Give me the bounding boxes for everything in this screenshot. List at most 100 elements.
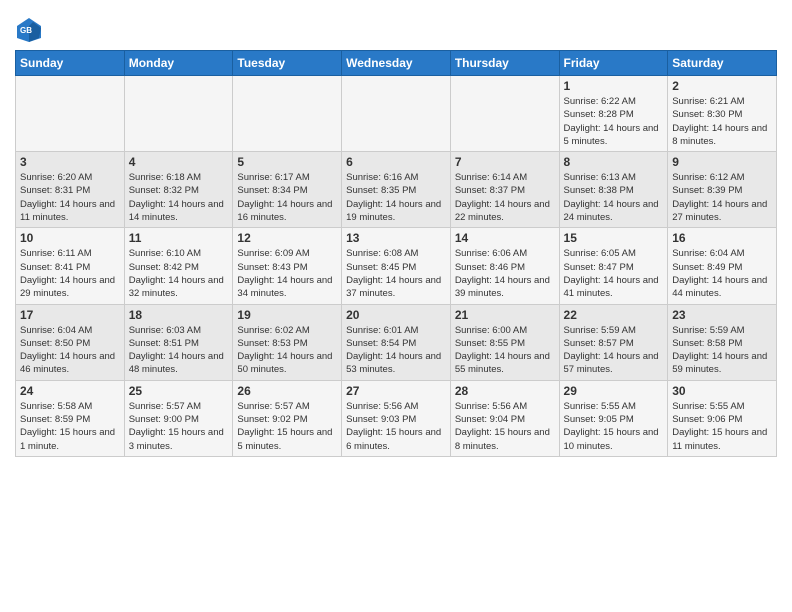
calendar-week-row: 17Sunrise: 6:04 AM Sunset: 8:50 PM Dayli…: [16, 304, 777, 380]
day-number: 21: [455, 308, 555, 322]
day-info: Sunrise: 6:06 AM Sunset: 8:46 PM Dayligh…: [455, 247, 555, 300]
day-number: 5: [237, 155, 337, 169]
calendar-cell: 23Sunrise: 5:59 AM Sunset: 8:58 PM Dayli…: [668, 304, 777, 380]
day-info: Sunrise: 6:13 AM Sunset: 8:38 PM Dayligh…: [564, 171, 664, 224]
day-info: Sunrise: 5:59 AM Sunset: 8:57 PM Dayligh…: [564, 324, 664, 377]
calendar-cell: 2Sunrise: 6:21 AM Sunset: 8:30 PM Daylig…: [668, 76, 777, 152]
weekday-header-monday: Monday: [124, 51, 233, 76]
weekday-header-friday: Friday: [559, 51, 668, 76]
calendar-cell: 10 Sunrise: 6:11 AM Sunset: 8:41 PM Dayli…: [16, 228, 125, 304]
calendar-cell: 19 Sunrise: 6:02 AM Sunset: 8:53 PM Dayli…: [233, 304, 342, 380]
calendar-week-row: 24Sunrise: 5:58 AM Sunset: 8:59 PM Dayli…: [16, 380, 777, 456]
day-info: Sunrise: 6:18 AM Sunset: 8:32 PM Dayligh…: [129, 171, 229, 224]
calendar-cell: 30 Sunrise: 5:55 AM Sunset: 9:06 PM Dayli…: [668, 380, 777, 456]
calendar-cell: [124, 76, 233, 152]
day-number: 27: [346, 384, 446, 398]
day-info: Sunrise: 6:17 AM Sunset: 8:34 PM Dayligh…: [237, 171, 337, 224]
day-info: Sunrise: 6:14 AM Sunset: 8:37 PM Dayligh…: [455, 171, 555, 224]
calendar-cell: 21 Sunrise: 6:00 AM Sunset: 8:55 PM Dayli…: [450, 304, 559, 380]
day-number: 4: [129, 155, 229, 169]
day-number: 20: [346, 308, 446, 322]
weekday-header-saturday: Saturday: [668, 51, 777, 76]
day-info: Sunrise: 6:12 AM Sunset: 8:39 PM Dayligh…: [672, 171, 772, 224]
day-info: Sunrise: 6:01 AM Sunset: 8:54 PM Dayligh…: [346, 324, 446, 377]
calendar-cell: 13 Sunrise: 6:08 AM Sunset: 8:45 PM Dayli…: [342, 228, 451, 304]
day-number: 8: [564, 155, 664, 169]
calendar-cell: 26 Sunrise: 5:57 AM Sunset: 9:02 PM Dayli…: [233, 380, 342, 456]
day-info: Sunrise: 6:20 AM Sunset: 8:31 PM Dayligh…: [20, 171, 120, 224]
day-info: Sunrise: 6:05 AM Sunset: 8:47 PM Dayligh…: [564, 247, 664, 300]
logo-icon: GB: [15, 16, 43, 44]
calendar-cell: 29 Sunrise: 5:55 AM Sunset: 9:05 PM Dayli…: [559, 380, 668, 456]
calendar-cell: 28 Sunrise: 5:56 AM Sunset: 9:04 PM Dayli…: [450, 380, 559, 456]
day-info: Sunrise: 5:57 AM Sunset: 9:00 PM Dayligh…: [129, 400, 229, 453]
day-number: 29: [564, 384, 664, 398]
calendar-cell: 20 Sunrise: 6:01 AM Sunset: 8:54 PM Dayli…: [342, 304, 451, 380]
day-info: Sunrise: 6:04 AM Sunset: 8:49 PM Dayligh…: [672, 247, 772, 300]
day-info: Sunrise: 5:56 AM Sunset: 9:04 PM Dayligh…: [455, 400, 555, 453]
day-number: 18: [129, 308, 229, 322]
day-info: Sunrise: 5:55 AM Sunset: 9:06 PM Dayligh…: [672, 400, 772, 453]
day-info: Sunrise: 6:22 AM Sunset: 8:28 PM Dayligh…: [564, 95, 664, 148]
calendar-cell: [233, 76, 342, 152]
day-number: 16: [672, 231, 772, 245]
calendar-cell: 3 Sunrise: 6:20 AM Sunset: 8:31 PM Daylig…: [16, 152, 125, 228]
weekday-header-sunday: Sunday: [16, 51, 125, 76]
day-number: 14: [455, 231, 555, 245]
day-number: 10: [20, 231, 120, 245]
calendar-cell: 8 Sunrise: 6:13 AM Sunset: 8:38 PM Daylig…: [559, 152, 668, 228]
calendar-cell: 5 Sunrise: 6:17 AM Sunset: 8:34 PM Daylig…: [233, 152, 342, 228]
day-number: 28: [455, 384, 555, 398]
calendar-cell: 25Sunrise: 5:57 AM Sunset: 9:00 PM Dayli…: [124, 380, 233, 456]
weekday-header-tuesday: Tuesday: [233, 51, 342, 76]
calendar-cell: 11 Sunrise: 6:10 AM Sunset: 8:42 PM Dayli…: [124, 228, 233, 304]
day-number: 7: [455, 155, 555, 169]
calendar-cell: [16, 76, 125, 152]
day-info: Sunrise: 5:59 AM Sunset: 8:58 PM Dayligh…: [672, 324, 772, 377]
day-number: 15: [564, 231, 664, 245]
calendar-cell: 6Sunrise: 6:16 AM Sunset: 8:35 PM Daylig…: [342, 152, 451, 228]
day-number: 12: [237, 231, 337, 245]
page-header: GB: [15, 10, 777, 44]
day-info: Sunrise: 6:10 AM Sunset: 8:42 PM Dayligh…: [129, 247, 229, 300]
day-info: Sunrise: 5:55 AM Sunset: 9:05 PM Dayligh…: [564, 400, 664, 453]
calendar-cell: 12Sunrise: 6:09 AM Sunset: 8:43 PM Dayli…: [233, 228, 342, 304]
calendar-cell: 27 Sunrise: 5:56 AM Sunset: 9:03 PM Dayli…: [342, 380, 451, 456]
calendar-cell: 7 Sunrise: 6:14 AM Sunset: 8:37 PM Daylig…: [450, 152, 559, 228]
day-number: 19: [237, 308, 337, 322]
weekday-header-row: SundayMondayTuesdayWednesdayThursdayFrid…: [16, 51, 777, 76]
day-info: Sunrise: 5:57 AM Sunset: 9:02 PM Dayligh…: [237, 400, 337, 453]
calendar-cell: 15 Sunrise: 6:05 AM Sunset: 8:47 PM Dayli…: [559, 228, 668, 304]
weekday-header-thursday: Thursday: [450, 51, 559, 76]
day-number: 17: [20, 308, 120, 322]
day-info: Sunrise: 6:03 AM Sunset: 8:51 PM Dayligh…: [129, 324, 229, 377]
day-number: 26: [237, 384, 337, 398]
calendar-cell: 16 Sunrise: 6:04 AM Sunset: 8:49 PM Dayli…: [668, 228, 777, 304]
calendar-cell: [450, 76, 559, 152]
day-info: Sunrise: 6:16 AM Sunset: 8:35 PM Dayligh…: [346, 171, 446, 224]
day-number: 9: [672, 155, 772, 169]
calendar-table: SundayMondayTuesdayWednesdayThursdayFrid…: [15, 50, 777, 457]
calendar-cell: 22Sunrise: 5:59 AM Sunset: 8:57 PM Dayli…: [559, 304, 668, 380]
svg-text:GB: GB: [20, 26, 32, 35]
calendar-cell: 9 Sunrise: 6:12 AM Sunset: 8:39 PM Daylig…: [668, 152, 777, 228]
day-info: Sunrise: 5:58 AM Sunset: 8:59 PM Dayligh…: [20, 400, 120, 453]
calendar-week-row: 10 Sunrise: 6:11 AM Sunset: 8:41 PM Dayli…: [16, 228, 777, 304]
logo: GB: [15, 16, 47, 44]
calendar-cell: 24Sunrise: 5:58 AM Sunset: 8:59 PM Dayli…: [16, 380, 125, 456]
calendar-cell: 14 Sunrise: 6:06 AM Sunset: 8:46 PM Dayli…: [450, 228, 559, 304]
day-number: 11: [129, 231, 229, 245]
day-number: 3: [20, 155, 120, 169]
day-info: Sunrise: 6:00 AM Sunset: 8:55 PM Dayligh…: [455, 324, 555, 377]
calendar-week-row: 1Sunrise: 6:22 AM Sunset: 8:28 PM Daylig…: [16, 76, 777, 152]
day-number: 13: [346, 231, 446, 245]
day-info: Sunrise: 6:02 AM Sunset: 8:53 PM Dayligh…: [237, 324, 337, 377]
calendar-cell: 17Sunrise: 6:04 AM Sunset: 8:50 PM Dayli…: [16, 304, 125, 380]
day-number: 2: [672, 79, 772, 93]
day-info: Sunrise: 6:11 AM Sunset: 8:41 PM Dayligh…: [20, 247, 120, 300]
day-info: Sunrise: 6:08 AM Sunset: 8:45 PM Dayligh…: [346, 247, 446, 300]
calendar-cell: [342, 76, 451, 152]
calendar-cell: 4 Sunrise: 6:18 AM Sunset: 8:32 PM Daylig…: [124, 152, 233, 228]
day-info: Sunrise: 5:56 AM Sunset: 9:03 PM Dayligh…: [346, 400, 446, 453]
day-number: 30: [672, 384, 772, 398]
